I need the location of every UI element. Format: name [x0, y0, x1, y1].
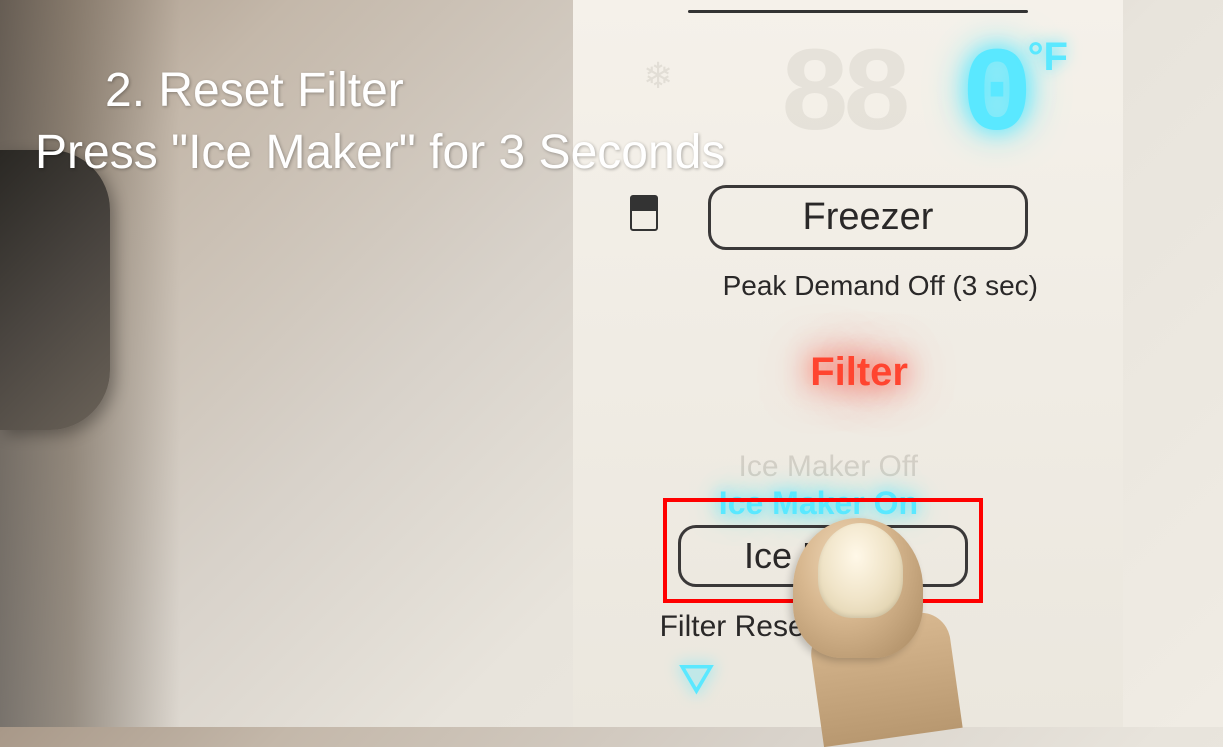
temperature-value: 0	[961, 30, 1023, 166]
instruction-overlay: 2. Reset Filter Press "Ice Maker" for 3 …	[35, 60, 725, 185]
background-object	[0, 150, 110, 430]
freezer-icon	[630, 195, 658, 231]
freezer-button[interactable]: Freezer	[708, 185, 1028, 250]
peak-demand-label: Peak Demand Off (3 sec)	[723, 270, 1038, 302]
divider-line	[688, 10, 1028, 13]
temperature-unit: °F	[1028, 35, 1068, 80]
ice-maker-off-label: Ice Maker Off	[738, 450, 918, 484]
fingernail	[818, 523, 903, 618]
bucket-icon: ⛛	[678, 655, 728, 705]
filter-indicator-light: Filter	[810, 350, 908, 395]
finger-pressing	[793, 518, 973, 727]
instruction-line-2: Press "Ice Maker" for 3 Seconds	[35, 122, 725, 184]
temperature-ghost-digits: 88	[779, 30, 903, 166]
instruction-line-1: 2. Reset Filter	[105, 60, 725, 122]
